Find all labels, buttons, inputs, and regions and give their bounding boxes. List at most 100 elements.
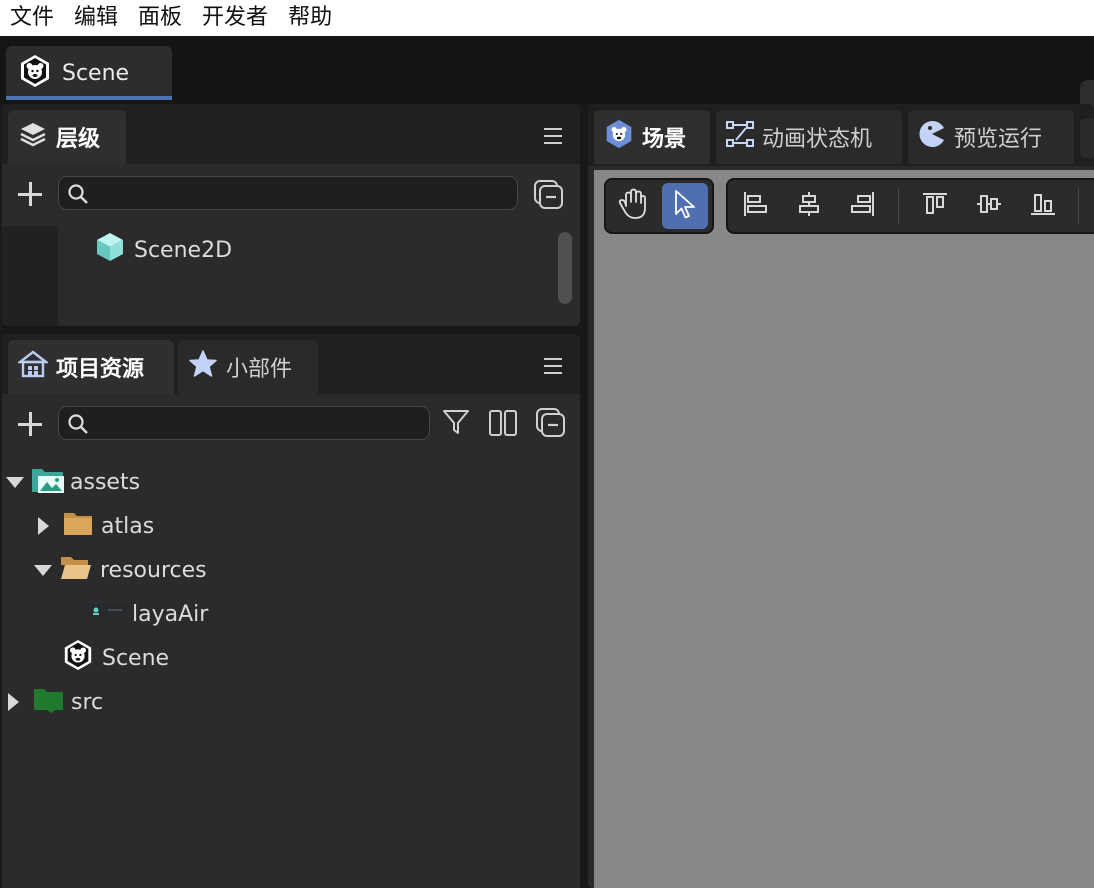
doc-tab-scene[interactable]: Scene — [6, 46, 172, 100]
add-asset-icon[interactable] — [18, 412, 42, 436]
tab-label: 项目资源 — [56, 357, 145, 382]
src-folder-icon — [33, 685, 65, 719]
align-top-button[interactable] — [912, 183, 958, 229]
tree-item-src[interactable]: src — [8, 680, 103, 724]
document-tab-bar: Scene — [0, 36, 1094, 132]
column-splitter[interactable] — [580, 104, 588, 888]
project-menu-icon[interactable] — [544, 358, 562, 374]
collapse-all-icon[interactable] — [532, 178, 566, 216]
layers-icon — [18, 119, 48, 155]
image-thumbnail-icon — [88, 601, 128, 627]
project-tab-bar: 项目资源 小部件 — [2, 334, 580, 394]
row-splitter[interactable] — [2, 326, 580, 334]
preview-icon — [918, 120, 946, 154]
align-tool-group — [726, 178, 1094, 234]
active-tab-indicator — [6, 96, 172, 100]
hierarchy-toolbar — [2, 166, 580, 218]
filter-icon[interactable] — [442, 408, 470, 440]
tree-item-label: Scene — [102, 645, 170, 671]
menu-file[interactable]: 文件 — [0, 0, 64, 36]
laya-scene-icon — [604, 119, 634, 155]
project-search-input[interactable] — [97, 410, 421, 436]
state-machine-icon — [726, 120, 754, 154]
align-right-icon — [849, 190, 877, 222]
project-panel: 项目资源 小部件 assets atlas resources layaAir … — [2, 334, 580, 888]
align-left-icon — [741, 190, 769, 222]
project-search-field[interactable] — [58, 406, 430, 440]
tree-item-atlas[interactable]: atlas — [38, 504, 154, 548]
select-tool-icon — [672, 189, 698, 223]
select-tool-button[interactable] — [662, 183, 708, 229]
tab-label: 动画状态机 — [762, 127, 873, 152]
hierarchy-scrollbar[interactable] — [558, 232, 572, 304]
menu-help[interactable]: 帮助 — [278, 0, 342, 36]
search-icon — [67, 183, 89, 209]
tree-item-label: atlas — [101, 513, 155, 539]
collapse-all-icon[interactable] — [534, 406, 568, 444]
tab-label: 小部件 — [226, 357, 293, 382]
hand-tool-button[interactable] — [610, 183, 656, 229]
align-hcenter-button[interactable] — [786, 183, 832, 229]
align-bottom-icon — [1029, 190, 1057, 222]
expand-arrow-icon[interactable] — [38, 517, 49, 535]
expand-arrow-icon[interactable] — [8, 693, 19, 711]
project-toolbar — [2, 396, 580, 448]
expand-arrow-icon[interactable] — [34, 564, 52, 576]
menu-developer[interactable]: 开发者 — [192, 0, 278, 36]
tree-item-label: assets — [70, 469, 141, 495]
more-tabs-stub[interactable] — [1080, 118, 1094, 158]
align-top-icon — [921, 190, 949, 222]
tab-project-assets[interactable]: 项目资源 — [8, 340, 174, 394]
hierarchy-search-input[interactable] — [97, 180, 509, 206]
tab-hierarchy-label: 层级 — [56, 127, 101, 152]
menu-bar: 文件 编辑 面板 开发者 帮助 — [0, 0, 1094, 36]
tree-item-label: layaAir — [132, 601, 209, 627]
align-bottom-button[interactable] — [1020, 183, 1066, 229]
tab-label: 预览运行 — [954, 127, 1043, 152]
hand-tool-icon — [618, 188, 648, 224]
tree-item-assets[interactable]: assets — [6, 460, 140, 504]
menu-edit[interactable]: 编辑 — [64, 0, 128, 36]
hierarchy-menu-icon[interactable] — [544, 128, 562, 144]
tab-preview-run[interactable]: 预览运行 — [908, 110, 1074, 164]
hierarchy-gutter — [2, 226, 58, 326]
align-hcenter-icon — [795, 190, 823, 222]
scene-viewport[interactable] — [594, 170, 1094, 888]
assets-folder-icon — [30, 463, 66, 501]
tab-hierarchy[interactable]: 层级 — [8, 110, 126, 164]
toolbar-separator — [898, 188, 899, 224]
tab-widgets[interactable]: 小部件 — [178, 340, 318, 394]
laya-scene-icon — [18, 54, 52, 92]
tab-scene[interactable]: 场景 — [594, 110, 710, 164]
align-vcenter-icon — [975, 190, 1003, 222]
expand-arrow-icon[interactable] — [6, 476, 24, 488]
add-node-icon[interactable] — [18, 182, 42, 206]
laya-scene-icon — [62, 639, 94, 677]
cube-icon — [94, 231, 126, 269]
home-icon — [16, 349, 50, 385]
align-left-button[interactable] — [732, 183, 778, 229]
menu-panel[interactable]: 面板 — [128, 0, 192, 36]
hierarchy-search-field[interactable] — [58, 176, 518, 210]
tree-item-label: resources — [100, 557, 207, 583]
tree-item-layaair[interactable]: layaAir — [88, 592, 208, 636]
folder-icon — [63, 509, 93, 543]
hierarchy-tab-bar: 层级 — [2, 104, 580, 164]
star-icon — [188, 349, 218, 385]
tree-item-scene2d[interactable]: Scene2D — [94, 228, 232, 272]
scene-tab-bar: 场景 动画状态机 预览运行 — [588, 104, 1094, 166]
doc-tab-label: Scene — [62, 60, 130, 86]
split-view-icon[interactable] — [488, 408, 518, 442]
transform-tool-group — [604, 178, 714, 234]
tree-item-scene[interactable]: Scene — [62, 636, 169, 680]
folder-open-icon — [60, 553, 92, 587]
toolbar-separator — [1078, 188, 1079, 224]
tab-label: 场景 — [642, 127, 687, 152]
search-icon — [67, 413, 89, 439]
align-vcenter-button[interactable] — [966, 183, 1012, 229]
tree-item-label: Scene2D — [134, 237, 233, 263]
tree-item-resources[interactable]: resources — [34, 548, 207, 592]
align-right-button[interactable] — [840, 183, 886, 229]
tab-animation-state-machine[interactable]: 动画状态机 — [716, 110, 902, 164]
tree-item-label: src — [71, 689, 104, 715]
